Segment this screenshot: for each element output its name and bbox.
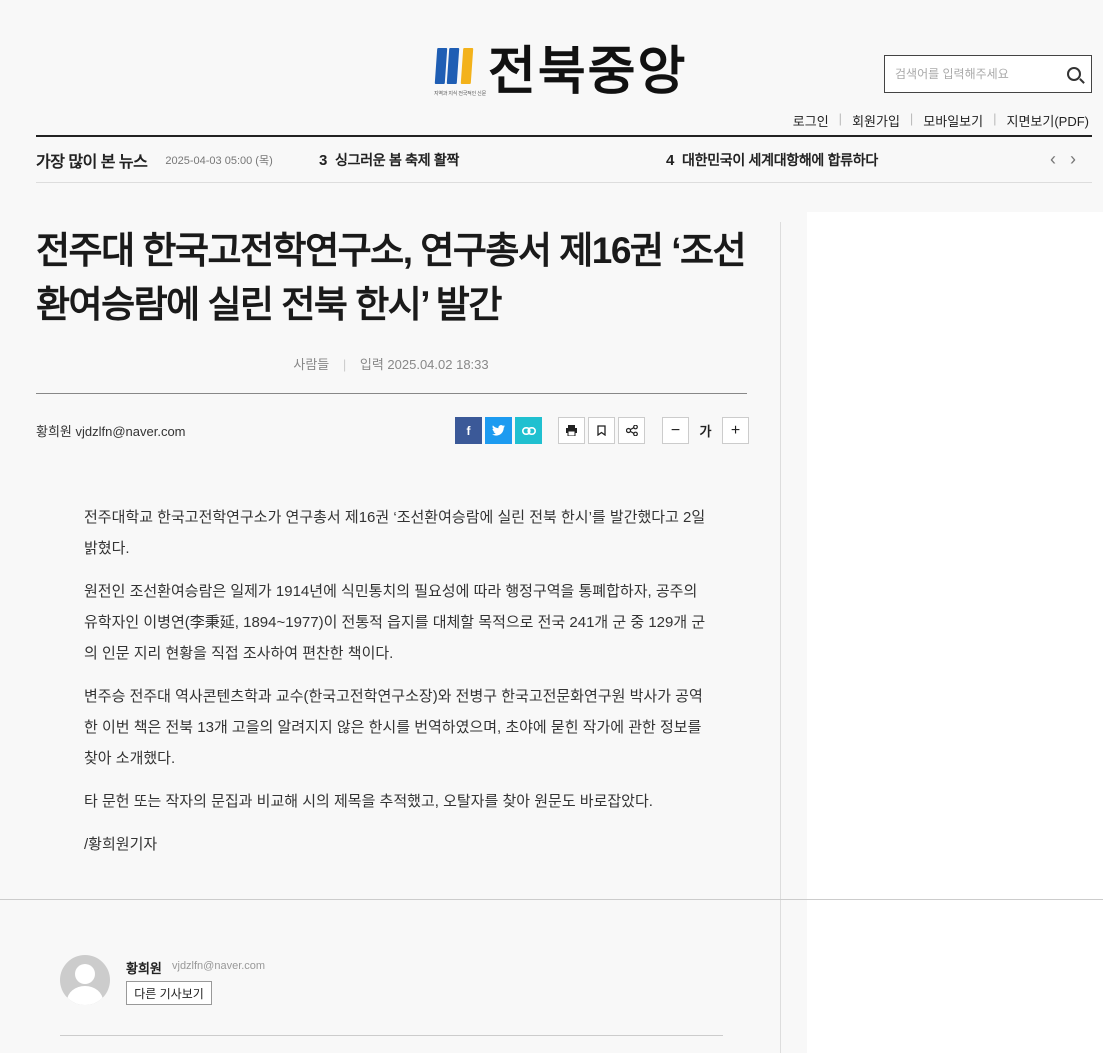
article-headline: 전주대 한국고전학연구소, 연구총서 제16권 ‘조선환여승람에 실린 전북 한…: [36, 230, 747, 325]
copy-link-button[interactable]: [515, 417, 542, 444]
logo-text: 전북중앙: [488, 42, 688, 102]
print-button[interactable]: [558, 417, 585, 444]
font-size-label: 가: [699, 424, 712, 439]
search-input[interactable]: [895, 67, 1067, 81]
bookmark-icon: [597, 425, 606, 436]
divider: |: [838, 111, 843, 126]
ticker-item[interactable]: 3 싱그러운 봄 축제 활짝: [319, 150, 459, 170]
share-icon: [625, 425, 638, 436]
article-section[interactable]: 사람들: [293, 357, 329, 372]
share-button[interactable]: [618, 417, 645, 444]
article-paragraph: 타 문헌 또는 작자의 문집과 비교해 시의 제목을 추적했고, 오탈자를 찾아…: [84, 793, 653, 810]
author-more-articles-button[interactable]: 다른 기사보기: [126, 981, 212, 1005]
divider: |: [342, 357, 347, 372]
ticker-item-text: 싱그러운 봄 축제 활짝: [335, 151, 460, 168]
font-increase-button[interactable]: +: [722, 417, 749, 444]
ticker-item[interactable]: 4 대한민국이 세계대항해에 합류하다: [666, 150, 878, 170]
pdf-view-link[interactable]: 지면보기(PDF): [1007, 111, 1090, 130]
utility-links: 로그인 | 회원가입 | 모바일보기 | 지면보기(PDF): [793, 111, 1089, 130]
article-body: 전주대학교 한국고전학연구소가 연구총서 제16권 ‘조선환여승람에 실린 전북…: [84, 502, 714, 872]
logo-mark-icon: 지역과 지식 전국적인 신문: [434, 44, 486, 102]
signup-link[interactable]: 회원가입: [852, 111, 900, 130]
chevron-right-icon[interactable]: ›: [1070, 149, 1076, 170]
print-icon: [566, 425, 577, 436]
sidebar: [807, 212, 1103, 1053]
article-paragraph: 원전인 조선환여승람은 일제가 1914년에 식민통치의 필요성에 따라 행정구…: [84, 583, 706, 662]
ticker-nav: ‹ ›: [1050, 149, 1076, 170]
avatar-body-icon: [67, 986, 103, 1005]
most-viewed-ticker: 가장 많이 본 뉴스 2025-04-03 05:00 (목) 3 싱그러운 봄 …: [36, 137, 1092, 183]
share-buttons: f: [455, 417, 542, 444]
ticker-item-text: 대한민국이 세계대항해에 합류하다: [682, 151, 878, 168]
column-divider: [780, 222, 781, 1053]
font-size-controls: − 가 +: [662, 417, 749, 444]
section-divider: [0, 899, 1103, 900]
mobile-view-link[interactable]: 모바일보기: [923, 111, 983, 130]
article-divider: [36, 393, 747, 394]
ticker-date: 2025-04-03 05:00 (목): [165, 154, 273, 167]
author-divider: [60, 1035, 723, 1036]
article-tools: [558, 417, 645, 444]
article-byline: 황희원 vjdzlfn@naver.com: [36, 424, 186, 439]
twitter-icon: [492, 425, 505, 436]
author-email[interactable]: vjdzlfn@naver.com: [172, 960, 265, 972]
chevron-left-icon[interactable]: ‹: [1050, 149, 1056, 170]
login-link[interactable]: 로그인: [793, 111, 829, 130]
search-box: [884, 55, 1092, 93]
site-logo[interactable]: 지역과 지식 전국적인 신문 전북중앙: [434, 42, 688, 102]
logo-tagline: 지역과 지식 전국적인 신문: [434, 91, 486, 97]
ticker-rank: 3: [319, 151, 328, 169]
article-paragraph: 변주승 전주대 역사콘텐츠학과 교수(한국고전학연구소장)와 전병구 한국고전문…: [84, 688, 703, 767]
article-paragraph: 전주대학교 한국고전학연구소가 연구총서 제16권 ‘조선환여승람에 실린 전북…: [84, 509, 706, 557]
author-avatar: [60, 955, 110, 1005]
article-meta: 사람들 | 입력 2025.04.02 18:33: [36, 354, 746, 373]
ticker-rank: 4: [666, 151, 675, 169]
article-published: 입력 2025.04.02 18:33: [359, 357, 489, 372]
font-decrease-button[interactable]: −: [662, 417, 689, 444]
twitter-share-button[interactable]: [485, 417, 512, 444]
search-icon[interactable]: [1067, 67, 1081, 81]
bookmark-button[interactable]: [588, 417, 615, 444]
link-icon: [521, 426, 536, 435]
divider: |: [993, 111, 997, 126]
avatar-head-icon: [75, 964, 95, 984]
author-name: 황희원: [126, 961, 162, 976]
divider: |: [909, 111, 914, 126]
ticker-title: 가장 많이 본 뉴스: [36, 153, 148, 171]
article-signature: /황희원기자: [84, 836, 158, 853]
facebook-share-button[interactable]: f: [455, 417, 482, 444]
